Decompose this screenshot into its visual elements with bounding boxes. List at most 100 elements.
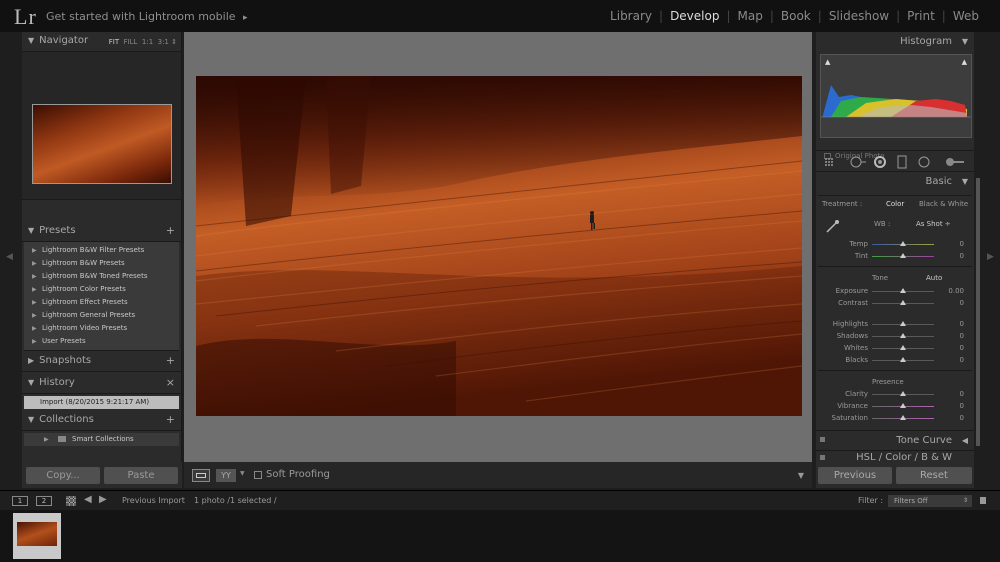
module-slideshow[interactable]: Slideshow	[822, 9, 896, 23]
history-header[interactable]: ▼ History ×	[22, 374, 181, 394]
module-web[interactable]: Web	[946, 9, 986, 23]
preset-folder[interactable]: ▶ User Presets	[24, 335, 179, 348]
preset-folder[interactable]: ▶ Lightroom B&W Presets	[24, 257, 179, 270]
main-photo[interactable]	[196, 76, 802, 416]
previous-button[interactable]: Previous	[818, 467, 892, 484]
collection-set[interactable]: ▶ Smart Collections	[24, 433, 179, 446]
zoom-fill[interactable]: FILL	[124, 38, 138, 46]
tone-curve-header[interactable]: Tone Curve ◀	[816, 430, 974, 450]
zoom-fit[interactable]: FIT	[109, 38, 119, 46]
auto-tone-button[interactable]: Auto	[926, 274, 942, 282]
presets-header[interactable]: ▼ Presets +	[22, 222, 181, 242]
shadows-knob[interactable]	[900, 333, 906, 338]
snapshots-header[interactable]: ▶ Snapshots +	[22, 352, 181, 372]
histogram[interactable]: ▲ ▲	[820, 54, 972, 138]
preset-folder[interactable]: ▶ Lightroom B&W Filter Presets	[24, 244, 179, 257]
saturation-knob[interactable]	[900, 415, 906, 420]
reset-button[interactable]: Reset	[896, 467, 972, 484]
second-window-button[interactable]: 2	[36, 496, 52, 506]
contrast-knob[interactable]	[900, 300, 906, 305]
filmstrip-source[interactable]: Previous Import	[122, 496, 185, 505]
navigator-header[interactable]: ▼ Navigator FIT FILL 1:1 3:1 ⇕	[22, 32, 181, 52]
left-panel-toggle-icon[interactable]: ◀	[6, 252, 13, 262]
temp-value[interactable]: 0	[940, 240, 964, 248]
blacks-value[interactable]: 0	[940, 356, 964, 364]
soft-proofing-checkbox[interactable]	[254, 471, 262, 479]
whites-value[interactable]: 0	[940, 344, 964, 352]
toolbar-options-icon[interactable]: ▼	[798, 471, 804, 480]
tint-value[interactable]: 0	[940, 252, 964, 260]
highlights-knob[interactable]	[900, 321, 906, 326]
toggle-switch-icon[interactable]	[820, 455, 825, 460]
left-panel: ▼ Navigator FIT FILL 1:1 3:1 ⇕ ▼ Presets +…	[22, 32, 182, 462]
filmstrip-thumbnail[interactable]	[13, 513, 61, 559]
add-snapshot-icon[interactable]: +	[166, 352, 175, 370]
clarity-knob[interactable]	[900, 391, 906, 396]
temp-knob[interactable]	[900, 241, 906, 246]
navigator-preview[interactable]	[22, 52, 181, 200]
preset-folder[interactable]: ▶ Lightroom Effect Presets	[24, 296, 179, 309]
treatment-color-option[interactable]: Color	[886, 200, 904, 208]
eyedropper-icon[interactable]	[824, 218, 840, 234]
module-develop[interactable]: Develop	[663, 9, 726, 23]
module-print[interactable]: Print	[900, 9, 942, 23]
module-map[interactable]: Map	[731, 9, 770, 23]
grid-view-icon[interactable]	[66, 496, 76, 506]
zoom-1-1[interactable]: 1:1	[142, 38, 153, 46]
tint-knob[interactable]	[900, 253, 906, 258]
shadow-clipping-icon[interactable]: ▲	[825, 58, 830, 66]
loupe-view-button[interactable]	[192, 469, 210, 482]
main-window-button[interactable]: 1	[12, 496, 28, 506]
preset-folder[interactable]: ▶ Lightroom Color Presets	[24, 283, 179, 296]
histogram-title: Histogram	[900, 36, 952, 47]
exposure-value[interactable]: 0.00	[940, 287, 964, 295]
basic-title: Basic	[925, 176, 952, 187]
preset-folder[interactable]: ▶ Lightroom Video Presets	[24, 322, 179, 335]
module-book[interactable]: Book	[774, 9, 818, 23]
forward-arrow-icon[interactable]: ▶	[99, 494, 107, 505]
zoom-arrows-icon[interactable]: ⇕	[171, 38, 177, 46]
back-arrow-icon[interactable]: ◀	[84, 494, 92, 505]
module-library[interactable]: Library	[603, 9, 659, 23]
add-collection-icon[interactable]: +	[166, 411, 175, 429]
develop-toolbar: YY ▼ Soft Proofing ▼	[184, 462, 812, 488]
basic-header[interactable]: Basic ▼	[816, 172, 974, 192]
hsl-header[interactable]: HSL / Color / B & W	[816, 450, 974, 462]
highlight-clipping-icon[interactable]: ▲	[962, 58, 967, 66]
lock-icon[interactable]	[980, 497, 986, 504]
right-panel-toggle-icon[interactable]: ▶	[987, 252, 994, 262]
histogram-header[interactable]: Histogram ▼	[816, 32, 974, 52]
highlights-value[interactable]: 0	[940, 320, 964, 328]
toggle-switch-icon[interactable]	[820, 437, 825, 442]
clear-history-icon[interactable]: ×	[166, 374, 175, 392]
vibrance-knob[interactable]	[900, 403, 906, 408]
add-preset-icon[interactable]: +	[166, 222, 175, 240]
filter-select[interactable]: Filters Off ⇕	[888, 495, 972, 507]
history-step[interactable]: Import (8/20/2015 9:21:17 AM)	[24, 396, 179, 409]
right-panel-scrollbar[interactable]	[976, 178, 980, 446]
expand-triangle-icon: ▶	[32, 312, 37, 319]
zoom-3-1[interactable]: 3:1	[158, 38, 169, 46]
paste-button[interactable]: Paste	[104, 467, 178, 484]
spot-removal-icon	[850, 156, 862, 168]
contrast-value[interactable]: 0	[940, 299, 964, 307]
before-after-dropdown-icon[interactable]: ▼	[240, 470, 245, 477]
vibrance-value[interactable]: 0	[940, 402, 964, 410]
blacks-knob[interactable]	[900, 357, 906, 362]
identity-plate[interactable]: Get started with Lightroom mobile ▸	[46, 10, 248, 23]
preset-folder[interactable]: ▶ Lightroom General Presets	[24, 309, 179, 322]
whites-knob[interactable]	[900, 345, 906, 350]
treatment-bw-option[interactable]: Black & White	[919, 200, 968, 208]
wb-select[interactable]: As Shot ÷	[916, 220, 951, 228]
module-picker: Library | Develop | Map | Book | Slideshow | …	[603, 9, 986, 23]
copy-button[interactable]: Copy...	[26, 467, 100, 484]
collections-header[interactable]: ▼ Collections +	[22, 411, 181, 431]
saturation-value[interactable]: 0	[940, 414, 964, 422]
preset-folder[interactable]: ▶ Lightroom B&W Toned Presets	[24, 270, 179, 283]
exposure-knob[interactable]	[900, 288, 906, 293]
divider	[818, 266, 972, 267]
before-after-button[interactable]: YY	[216, 469, 236, 482]
navigator-thumbnail[interactable]	[32, 104, 172, 184]
shadows-value[interactable]: 0	[940, 332, 964, 340]
clarity-value[interactable]: 0	[940, 390, 964, 398]
